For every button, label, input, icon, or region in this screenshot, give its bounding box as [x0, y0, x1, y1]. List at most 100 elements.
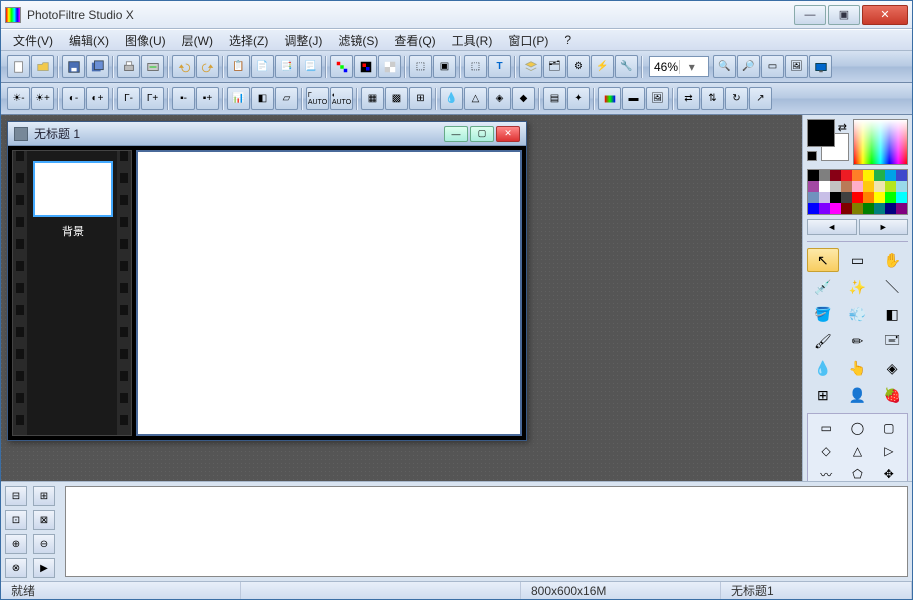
paste-special-button[interactable]: 📃: [299, 55, 322, 78]
soften-button[interactable]: ◈: [488, 87, 511, 110]
menu-filter[interactable]: 滤镜(S): [330, 30, 386, 51]
swatch-prev-button[interactable]: ◄: [807, 219, 857, 235]
color-swatch[interactable]: [841, 203, 852, 214]
color-swatch[interactable]: [852, 203, 863, 214]
redo-button[interactable]: [196, 55, 219, 78]
layer-thumbnail[interactable]: [33, 161, 113, 217]
grayscale-button[interactable]: ◧: [251, 87, 274, 110]
actual-size-button[interactable]: 🖼: [785, 55, 808, 78]
doc-minimize-button[interactable]: —: [444, 126, 468, 142]
brush-tool[interactable]: 🖌: [807, 329, 839, 353]
menu-tools[interactable]: 工具(R): [444, 30, 501, 51]
grid-1-button[interactable]: ▦: [361, 87, 384, 110]
advanced-brush-tool[interactable]: ✏: [842, 329, 874, 353]
color-swatch[interactable]: [852, 181, 863, 192]
pm-tree-1-button[interactable]: ⊟: [5, 486, 27, 506]
pm-tree-6-button[interactable]: ⊖: [33, 534, 55, 554]
fullscreen-button[interactable]: [809, 55, 832, 78]
spray-tool[interactable]: 💨: [842, 302, 874, 326]
zoom-combo[interactable]: 46%▾: [649, 56, 709, 77]
shape-rect[interactable]: ▭: [812, 418, 840, 438]
pm-play-button[interactable]: ▶: [33, 558, 55, 578]
plugins-button[interactable]: ⚙: [567, 55, 590, 78]
pm-tree-5-button[interactable]: ⊕: [5, 534, 27, 554]
color-swatch[interactable]: [852, 170, 863, 181]
fill-tool[interactable]: 🪣: [807, 302, 839, 326]
color-swatch[interactable]: [819, 181, 830, 192]
rgb-button[interactable]: [330, 55, 353, 78]
color-swatch[interactable]: [896, 203, 907, 214]
fg-bg-colors[interactable]: ⇄: [807, 119, 849, 161]
color-swatch[interactable]: [885, 170, 896, 181]
color-swatch[interactable]: [874, 181, 885, 192]
menu-view[interactable]: 查看(Q): [386, 30, 443, 51]
wand-tool[interactable]: ✨: [842, 275, 874, 299]
print-button[interactable]: [117, 55, 140, 78]
auto-levels-button[interactable]: ΓAUTO: [306, 87, 329, 110]
smudge-tool[interactable]: 👆: [842, 356, 874, 380]
eraser-tool[interactable]: ◧: [876, 302, 908, 326]
color-swatch[interactable]: [852, 192, 863, 203]
gamma-plus-button[interactable]: Γ+: [141, 87, 164, 110]
document-window[interactable]: 无标题 1 — ▢ ✕ 背景: [7, 121, 527, 441]
minimize-button[interactable]: —: [794, 5, 826, 25]
color-swatch[interactable]: [874, 192, 885, 203]
grid-3-button[interactable]: ⊞: [409, 87, 432, 110]
mirror-h-button[interactable]: ⇄: [677, 87, 700, 110]
saturation-plus-button[interactable]: ▪+: [196, 87, 219, 110]
shape-polygon[interactable]: ⬠: [843, 464, 871, 481]
menu-layer[interactable]: 层(W): [174, 30, 221, 51]
color-swatch[interactable]: [819, 170, 830, 181]
color-swatch[interactable]: [863, 203, 874, 214]
pointer-tool[interactable]: ↖: [807, 248, 839, 272]
pm-tree-7-button[interactable]: ⊗: [5, 558, 27, 578]
blur-button[interactable]: 💧: [440, 87, 463, 110]
color-swatch[interactable]: [841, 192, 852, 203]
menu-window[interactable]: 窗口(P): [500, 30, 556, 51]
menu-select[interactable]: 选择(Z): [221, 30, 276, 51]
color-swatch[interactable]: [874, 170, 885, 181]
selection-tool[interactable]: ▭: [842, 248, 874, 272]
menu-help[interactable]: ?: [556, 31, 579, 49]
sharpen-button[interactable]: △: [464, 87, 487, 110]
color-swatch[interactable]: [874, 203, 885, 214]
histogram-button[interactable]: 📊: [227, 87, 250, 110]
document-titlebar[interactable]: 无标题 1 — ▢ ✕: [8, 122, 526, 146]
shape-triangle2[interactable]: ▷: [875, 441, 903, 461]
gradient-button[interactable]: [598, 87, 621, 110]
color-swatch[interactable]: [808, 203, 819, 214]
pm-tree-2-button[interactable]: ⊞: [33, 486, 55, 506]
zoom-out-button[interactable]: 🔎: [737, 55, 760, 78]
close-button[interactable]: ✕: [862, 5, 908, 25]
doc-close-button[interactable]: ✕: [496, 126, 520, 142]
photo-frame-button[interactable]: 🖼: [646, 87, 669, 110]
color-swatch[interactable]: [830, 181, 841, 192]
save-all-button[interactable]: [86, 55, 109, 78]
color-swatch[interactable]: [830, 170, 841, 181]
save-button[interactable]: [62, 55, 85, 78]
color-swatch[interactable]: [863, 192, 874, 203]
color-swatch[interactable]: [808, 170, 819, 181]
mirror-v-button[interactable]: ⇅: [701, 87, 724, 110]
line-tool[interactable]: ＼: [876, 275, 908, 299]
distort-tool[interactable]: ⊞: [807, 383, 839, 407]
menu-edit[interactable]: 编辑(X): [61, 30, 117, 51]
selection-button[interactable]: ⬚: [464, 55, 487, 78]
swatch-next-button[interactable]: ►: [859, 219, 909, 235]
dust-button[interactable]: ✦: [567, 87, 590, 110]
color-swatch[interactable]: [896, 192, 907, 203]
preferences-button[interactable]: 🔧: [615, 55, 638, 78]
foreground-color[interactable]: [807, 119, 835, 147]
canvas-size-button[interactable]: ▣: [433, 55, 456, 78]
shape-roundrect[interactable]: ▢: [875, 418, 903, 438]
relief-button[interactable]: ◆: [512, 87, 535, 110]
color-swatch[interactable]: [863, 170, 874, 181]
image-manager-button[interactable]: 🗂: [543, 55, 566, 78]
pm-tree-3-button[interactable]: ⊡: [5, 510, 27, 530]
stamp-tool[interactable]: 🖃: [876, 329, 908, 353]
shape-lasso[interactable]: 〰: [812, 464, 840, 481]
contrast-plus-button[interactable]: ◐+: [86, 87, 109, 110]
image-size-button[interactable]: ⬚: [409, 55, 432, 78]
color-swatch[interactable]: [830, 203, 841, 214]
canvas[interactable]: [136, 150, 522, 436]
